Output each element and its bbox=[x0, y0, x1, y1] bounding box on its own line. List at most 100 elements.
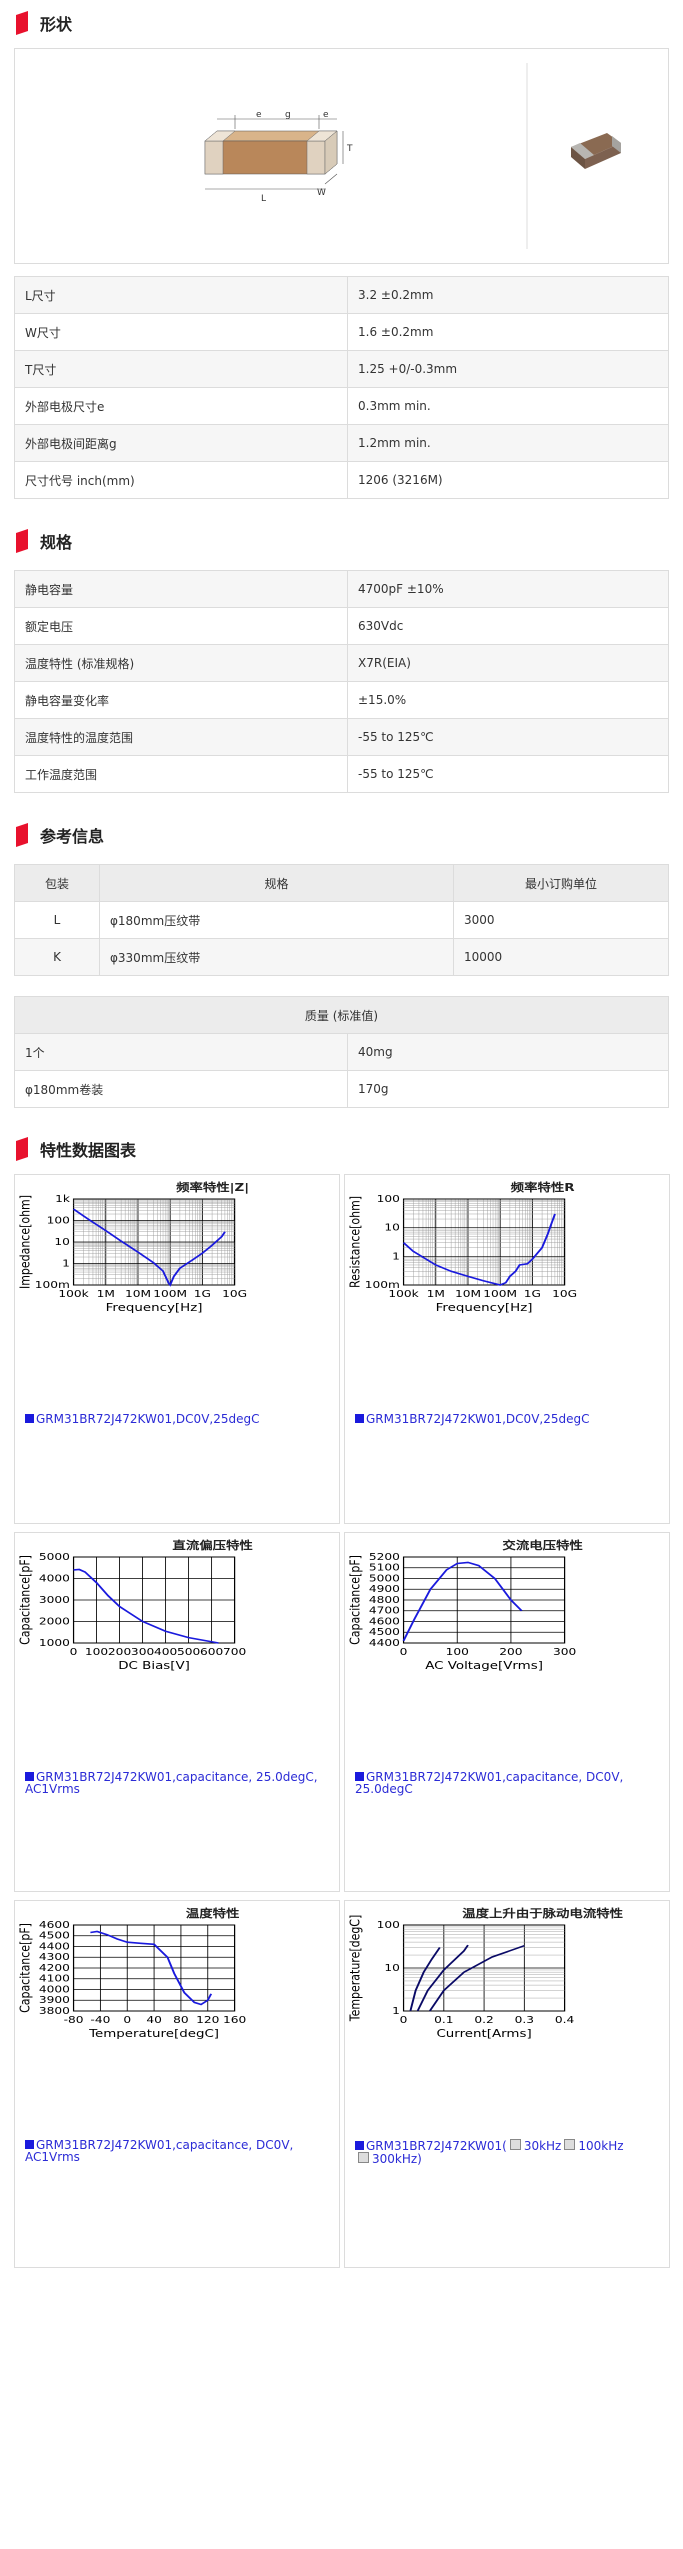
chart-temperature: 温度特性 -80 -40 0 40 80 120 160 4600 4500 4400 4300 420… bbox=[14, 1900, 340, 2268]
table-row: L尺寸 3.2 ±0.2mm bbox=[14, 276, 669, 314]
x-tick-label: 200 bbox=[499, 1646, 522, 1658]
table-header-row: 质量 (标准值) bbox=[14, 996, 669, 1034]
x-tick-label: 100M bbox=[483, 1288, 517, 1300]
shape-figure: e g e T L W bbox=[14, 48, 669, 264]
checkbox-30khz[interactable] bbox=[509, 2139, 521, 2150]
row-label: 温度特性的温度范围 bbox=[14, 718, 348, 756]
table-row: 静电容量 4700pF ±10% bbox=[14, 570, 669, 608]
section-title-charts: 特性数据图表 bbox=[14, 1136, 136, 1162]
table-row: 尺寸代号 inch(mm) 1206 (3216M) bbox=[14, 461, 669, 499]
dim-label-l: L bbox=[261, 194, 266, 204]
legend-swatch bbox=[355, 1772, 364, 1781]
y-axis-label: Capacitance[pF] bbox=[348, 1555, 363, 1645]
legend-item-100khz: 100kHz bbox=[578, 2139, 624, 2153]
chart-title: 温度特性 bbox=[186, 1906, 240, 1919]
column-header: 最小订购单位 bbox=[453, 864, 669, 902]
chart-title: 频率特性|Z| bbox=[176, 1180, 249, 1193]
table-row: K φ330mm压纹带 10000 bbox=[14, 938, 669, 976]
section-title-text: 特性数据图表 bbox=[40, 1141, 137, 1160]
row-label: 外部电极尺寸e bbox=[14, 387, 348, 425]
x-tick-label: 100 bbox=[85, 1646, 108, 1658]
x-tick-label: 0 bbox=[70, 1646, 78, 1658]
checkbox-100khz[interactable] bbox=[564, 2139, 576, 2150]
table-row: 额定电压 630Vdc bbox=[14, 607, 669, 645]
row-value: -55 to 125℃ bbox=[347, 718, 669, 756]
table-row: 工作温度范围 -55 to 125℃ bbox=[14, 755, 669, 793]
chart-ac-voltage: 交流电压特性 0 100 200 300 5200 5100 5000 4900 4800 4700… bbox=[344, 1532, 670, 1892]
red-flag-icon bbox=[16, 11, 28, 35]
x-tick-label: 600 bbox=[200, 1646, 223, 1658]
section-title-text: 规格 bbox=[40, 533, 73, 552]
dim-label-g: g bbox=[285, 110, 291, 120]
cell-min-order: 3000 bbox=[453, 901, 669, 939]
row-value: ±15.0% bbox=[347, 681, 669, 719]
y-axis-label: Temperature[degC] bbox=[348, 1915, 363, 2022]
x-tick-label: 0 bbox=[400, 1646, 408, 1658]
legend-label: GRM31BR72J472KW01,DC0V,25degC bbox=[36, 1412, 260, 1426]
y-tick-label: 100m bbox=[35, 1279, 70, 1291]
x-tick-label: 1G bbox=[194, 1288, 211, 1300]
row-label: W尺寸 bbox=[14, 313, 348, 351]
chart-legend: GRM31BR72J472KW01,DC0V,25degC bbox=[25, 1413, 259, 1425]
row-label: 尺寸代号 inch(mm) bbox=[14, 461, 348, 499]
legend-swatch bbox=[25, 1772, 34, 1781]
row-label: 1个 bbox=[14, 1033, 348, 1071]
section-title-text: 参考信息 bbox=[40, 827, 105, 846]
column-header: 包装 bbox=[14, 864, 100, 902]
x-tick-label: 0.4 bbox=[555, 2014, 574, 2026]
cell-code: L bbox=[14, 901, 100, 939]
x-tick-label: 160 bbox=[223, 2014, 246, 2026]
row-label: 额定电压 bbox=[14, 607, 348, 645]
x-axis-label: Frequency[Hz] bbox=[106, 1301, 203, 1314]
y-tick-label: 100 bbox=[377, 1193, 400, 1205]
x-tick-label: 80 bbox=[173, 2014, 189, 2026]
x-tick-label: 120 bbox=[196, 2014, 219, 2026]
y-axis-label: Resistance[ohm] bbox=[348, 1196, 363, 1288]
x-tick-label: 0.1 bbox=[434, 2014, 453, 2026]
plot-area bbox=[402, 1198, 566, 1286]
row-value: 1.6 ±0.2mm bbox=[347, 313, 669, 351]
product-photo bbox=[571, 133, 621, 169]
row-label: 静电容量 bbox=[14, 570, 348, 608]
y-tick-label: 10 bbox=[54, 1236, 70, 1248]
chart-dc-bias: 直流偏压特性 0 100 200 300 400 500 600 700 5000 4000 3000… bbox=[14, 1532, 340, 1892]
table-row: T尺寸 1.25 +0/-0.3mm bbox=[14, 350, 669, 388]
x-tick-label: 10M bbox=[455, 1288, 481, 1300]
y-tick-label: 1 bbox=[62, 1258, 70, 1270]
dim-label-e2: e bbox=[323, 110, 329, 120]
row-value: -55 to 125℃ bbox=[347, 755, 669, 793]
y-tick-label: 4400 bbox=[369, 1637, 400, 1649]
y-tick-label: 2000 bbox=[39, 1616, 70, 1628]
legend-label: GRM31BR72J472KW01,capacitance, 25.0degC,… bbox=[25, 1770, 318, 1796]
x-axis-label: DC Bias[V] bbox=[118, 1659, 190, 1672]
x-tick-label: 10M bbox=[125, 1288, 151, 1300]
x-axis-label: Frequency[Hz] bbox=[436, 1301, 533, 1314]
row-label: 温度特性 (标准规格) bbox=[14, 644, 348, 682]
shape-table: L尺寸 3.2 ±0.2mm W尺寸 1.6 ±0.2mm T尺寸 1.25 +0/-… bbox=[14, 276, 669, 499]
chart-resistance: 频率特性R 100k 1M 10M 100M 1G 10G 100 10 1 100m Frequen… bbox=[344, 1174, 670, 1524]
y-tick-label: 3800 bbox=[39, 2005, 70, 2017]
chart-impedance: 频率特性|Z| 100k 1M 10M 100M 1G 10G 1k 100 10 1 100m Fre… bbox=[14, 1174, 340, 1524]
y-axis-label: Capacitance[pF] bbox=[18, 1923, 33, 2013]
legend-label: GRM31BR72J472KW01( bbox=[366, 2139, 507, 2153]
x-tick-label: 10G bbox=[222, 1288, 247, 1300]
table-row: 1个 40mg bbox=[14, 1033, 669, 1071]
table-row: L φ180mm压纹带 3000 bbox=[14, 901, 669, 939]
cell-spec: φ180mm压纹带 bbox=[99, 901, 454, 939]
checkbox-300khz[interactable] bbox=[358, 2152, 369, 2163]
x-tick-label: 100 bbox=[446, 1646, 469, 1658]
y-tick-label: 1 bbox=[392, 2005, 400, 2017]
chart-legend: GRM31BR72J472KW01,capacitance, 25.0degC,… bbox=[25, 1771, 339, 1795]
chart-legend: GRM31BR72J472KW01,capacitance, DC0V, AC1… bbox=[25, 2139, 339, 2163]
chart-title: 频率特性R bbox=[511, 1180, 576, 1193]
red-flag-icon bbox=[16, 529, 28, 553]
table-row: φ180mm卷装 170g bbox=[14, 1070, 669, 1108]
row-value: 0.3mm min. bbox=[347, 387, 669, 425]
chart-legend: GRM31BR72J472KW01,capacitance, DC0V, 25.… bbox=[355, 1771, 669, 1795]
x-tick-label: 40 bbox=[146, 2014, 162, 2026]
table-row: 温度特性 (标准规格) X7R(EIA) bbox=[14, 644, 669, 682]
y-tick-label: 1000 bbox=[39, 1637, 70, 1649]
dimension-drawing: e g e T L W bbox=[204, 63, 621, 249]
x-tick-label: 300 bbox=[553, 1646, 576, 1658]
x-axis-label: Current[Arms] bbox=[436, 2027, 531, 2040]
